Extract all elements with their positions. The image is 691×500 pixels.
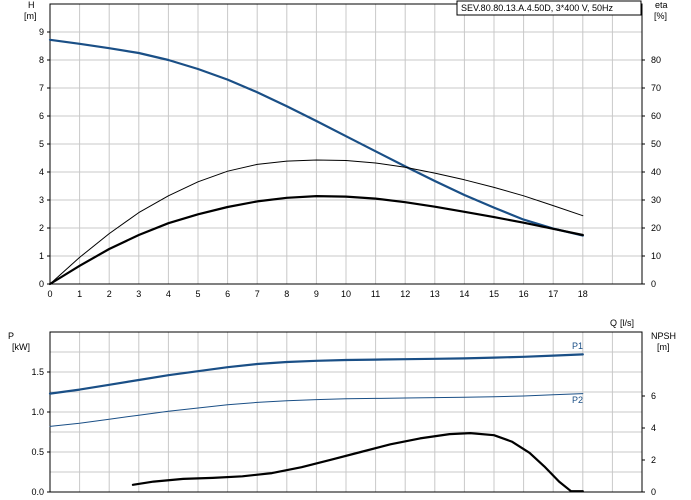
top-left-tick-label: 0 (39, 279, 44, 289)
x-tick-label: 16 (519, 289, 529, 299)
top-left-tick-label: 2 (39, 223, 44, 233)
top-right-tick-label: 10 (651, 251, 661, 261)
bottom-right-tick-label: 0 (651, 487, 656, 497)
x-tick-label: 12 (400, 289, 410, 299)
top-right-tick-label: 40 (651, 167, 661, 177)
bottom-right-tick-label: 4 (651, 423, 656, 433)
top-left-tick-label: 1 (39, 251, 44, 261)
bottom-left-tick-label: 1.0 (31, 407, 44, 417)
h-axis-name: H (28, 0, 35, 10)
pump-title: SEV.80.80.13.A.4.50D, 3*400 V, 50Hz (461, 3, 613, 13)
x-tick-label: 13 (430, 289, 440, 299)
x-tick-label: 6 (225, 289, 230, 299)
x-tick-label: 10 (341, 289, 351, 299)
bottom-right-tick-label: 2 (651, 455, 656, 465)
top-right-tick-label: 80 (651, 55, 661, 65)
top-right-tick-label: 70 (651, 83, 661, 93)
top-right-tick-label: 0 (651, 279, 656, 289)
p-axis-unit: [kW] (12, 342, 30, 352)
top-left-tick-label: 9 (39, 27, 44, 37)
x-tick-label: 18 (578, 289, 588, 299)
top-right-tick-label: 50 (651, 139, 661, 149)
q-axis-unit: [l/s] (620, 318, 634, 328)
x-tick-label: 3 (136, 289, 141, 299)
top-left-tick-label: 7 (39, 83, 44, 93)
x-tick-label: 0 (47, 289, 52, 299)
x-tick-label: 14 (459, 289, 469, 299)
x-tick-label: 9 (314, 289, 319, 299)
x-tick-label: 1 (77, 289, 82, 299)
x-tick-label: 7 (255, 289, 260, 299)
x-tick-label: 5 (195, 289, 200, 299)
bottom-left-tick-label: 0.0 (31, 487, 44, 497)
npsh-axis-unit: [m] (657, 342, 670, 352)
pump-performance-chart: 0123456789010203040506070800 1 2 3 4 5 6 7 8 9 10 1… (8, 0, 676, 497)
top-right-tick-label: 30 (651, 195, 661, 205)
pump-title-box: SEV.80.80.13.A.4.50D, 3*400 V, 50Hz (456, 0, 642, 16)
eta-axis-unit: [%] (654, 11, 667, 21)
npsh-axis-name: NPSH (651, 331, 676, 341)
top-chart-ticks: 0123456789010203040506070800 1 2 3 4 5 6 7 8 9 10 1… (39, 27, 661, 299)
top-left-tick-label: 8 (39, 55, 44, 65)
eta-axis-name: eta (655, 0, 668, 10)
p1-curve-label: P1 (572, 341, 583, 351)
top-left-tick-label: 6 (39, 111, 44, 121)
top-chart-gridlines (50, 4, 642, 284)
x-tick-label: 8 (284, 289, 289, 299)
x-tick-label: 15 (489, 289, 499, 299)
bottom-series-line-2 (131, 432, 584, 493)
p-axis-name: P (8, 331, 14, 341)
x-tick-label: 11 (371, 289, 380, 299)
q-axis-name: Q (610, 318, 617, 328)
bottom-right-tick-label: 6 (651, 391, 656, 401)
top-left-tick-label: 3 (39, 195, 44, 205)
top-left-tick-label: 5 (39, 139, 44, 149)
top-right-tick-label: 60 (651, 111, 661, 121)
top-left-tick-label: 4 (39, 167, 44, 177)
bottom-left-tick-label: 0.5 (31, 447, 44, 457)
p2-curve-label: P2 (572, 395, 583, 405)
h-axis-unit: [m] (24, 11, 37, 21)
x-tick-label: 17 (548, 289, 558, 299)
top-right-tick-label: 20 (651, 223, 661, 233)
x-tick-label: 2 (107, 289, 112, 299)
x-tick-label: 4 (166, 289, 171, 299)
bottom-left-tick-label: 1.5 (31, 367, 44, 377)
